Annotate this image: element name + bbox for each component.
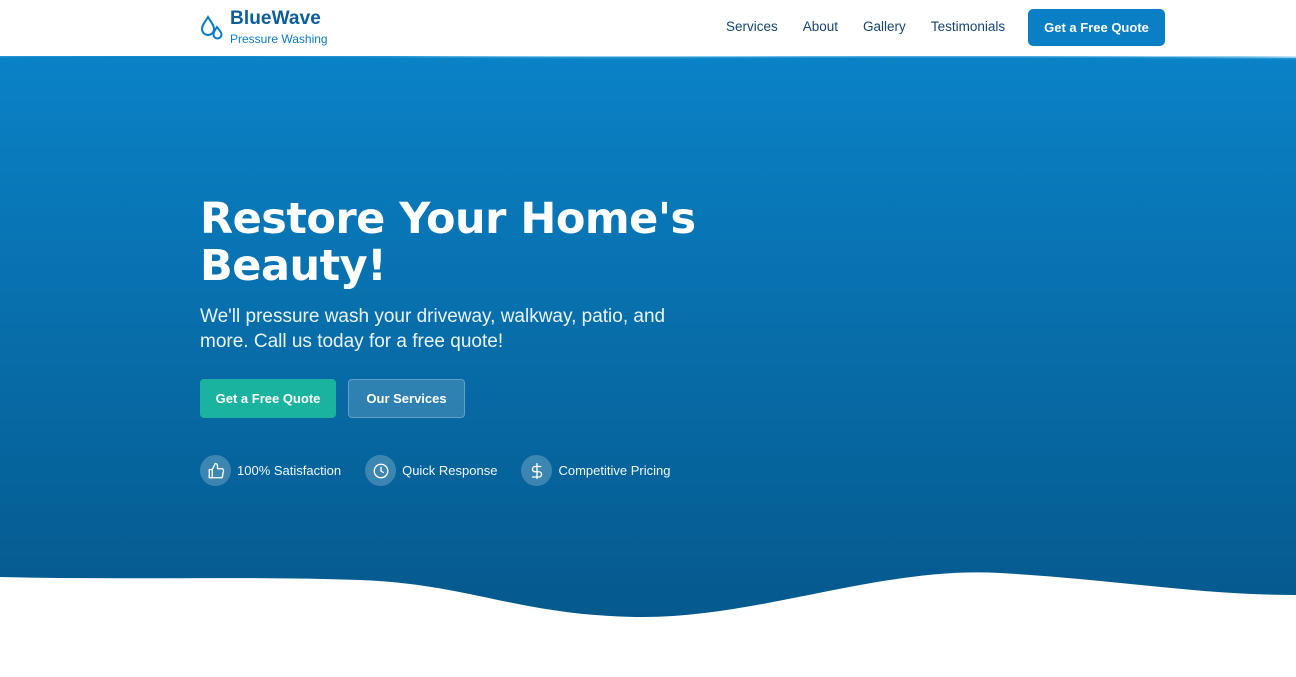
brand-tagline: Pressure Washing: [230, 32, 328, 46]
nav-services[interactable]: Services: [726, 18, 778, 36]
hero-title-line1: Restore Your Home's: [200, 194, 696, 244]
main-nav: Services About Gallery Testimonials: [726, 18, 1030, 36]
header-quote-button[interactable]: Get a Free Quote: [1028, 9, 1165, 46]
feature-pricing: Competitive Pricing: [521, 455, 670, 486]
feature-label: 100% Satisfaction: [237, 463, 342, 478]
hero-buttons: Get a Free Quote Our Services: [200, 379, 760, 418]
feature-label: Competitive Pricing: [558, 463, 671, 478]
water-drops-icon: [200, 15, 223, 40]
clock-icon: [365, 455, 397, 486]
dollar-icon: [521, 455, 553, 486]
brand-name: BlueWave: [230, 8, 321, 29]
nav-testimonials[interactable]: Testimonials: [931, 18, 1005, 36]
site-header: BlueWave Pressure Washing Services About…: [0, 0, 1296, 56]
feature-quick-response: Quick Response: [365, 455, 497, 486]
thumbs-up-icon: [200, 455, 231, 486]
feature-satisfaction: 100% Satisfaction: [200, 455, 341, 486]
hero-section: Restore Your Home's Beauty! We'll pressu…: [200, 196, 760, 486]
nav-gallery[interactable]: Gallery: [863, 18, 906, 36]
feature-list: 100% Satisfaction Quick Response Competi…: [200, 455, 760, 486]
hero-subtitle: We'll pressure wash your driveway, walkw…: [200, 306, 666, 352]
hero-quote-button[interactable]: Get a Free Quote: [200, 379, 336, 418]
nav-about[interactable]: About: [803, 18, 838, 36]
logo[interactable]: BlueWave Pressure Washing: [200, 8, 328, 46]
feature-label: Quick Response: [402, 463, 498, 478]
hero-title: Restore Your Home's Beauty!: [200, 196, 760, 290]
hero-title-line2: Beauty!: [200, 241, 387, 291]
our-services-button[interactable]: Our Services: [348, 379, 465, 418]
